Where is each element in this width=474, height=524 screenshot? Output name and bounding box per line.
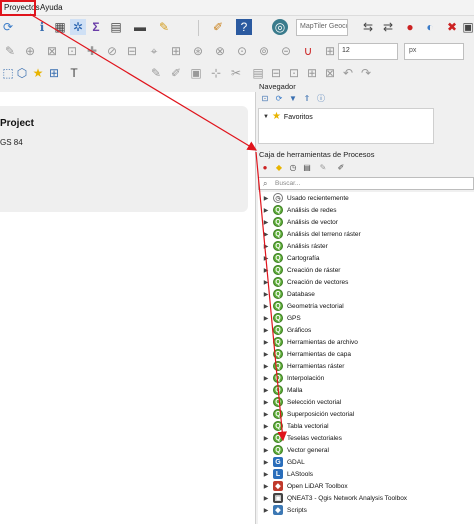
annotation-arrow	[29, 13, 258, 151]
annotation-arrows	[29, 13, 287, 442]
annotation-arrow	[255, 151, 287, 442]
